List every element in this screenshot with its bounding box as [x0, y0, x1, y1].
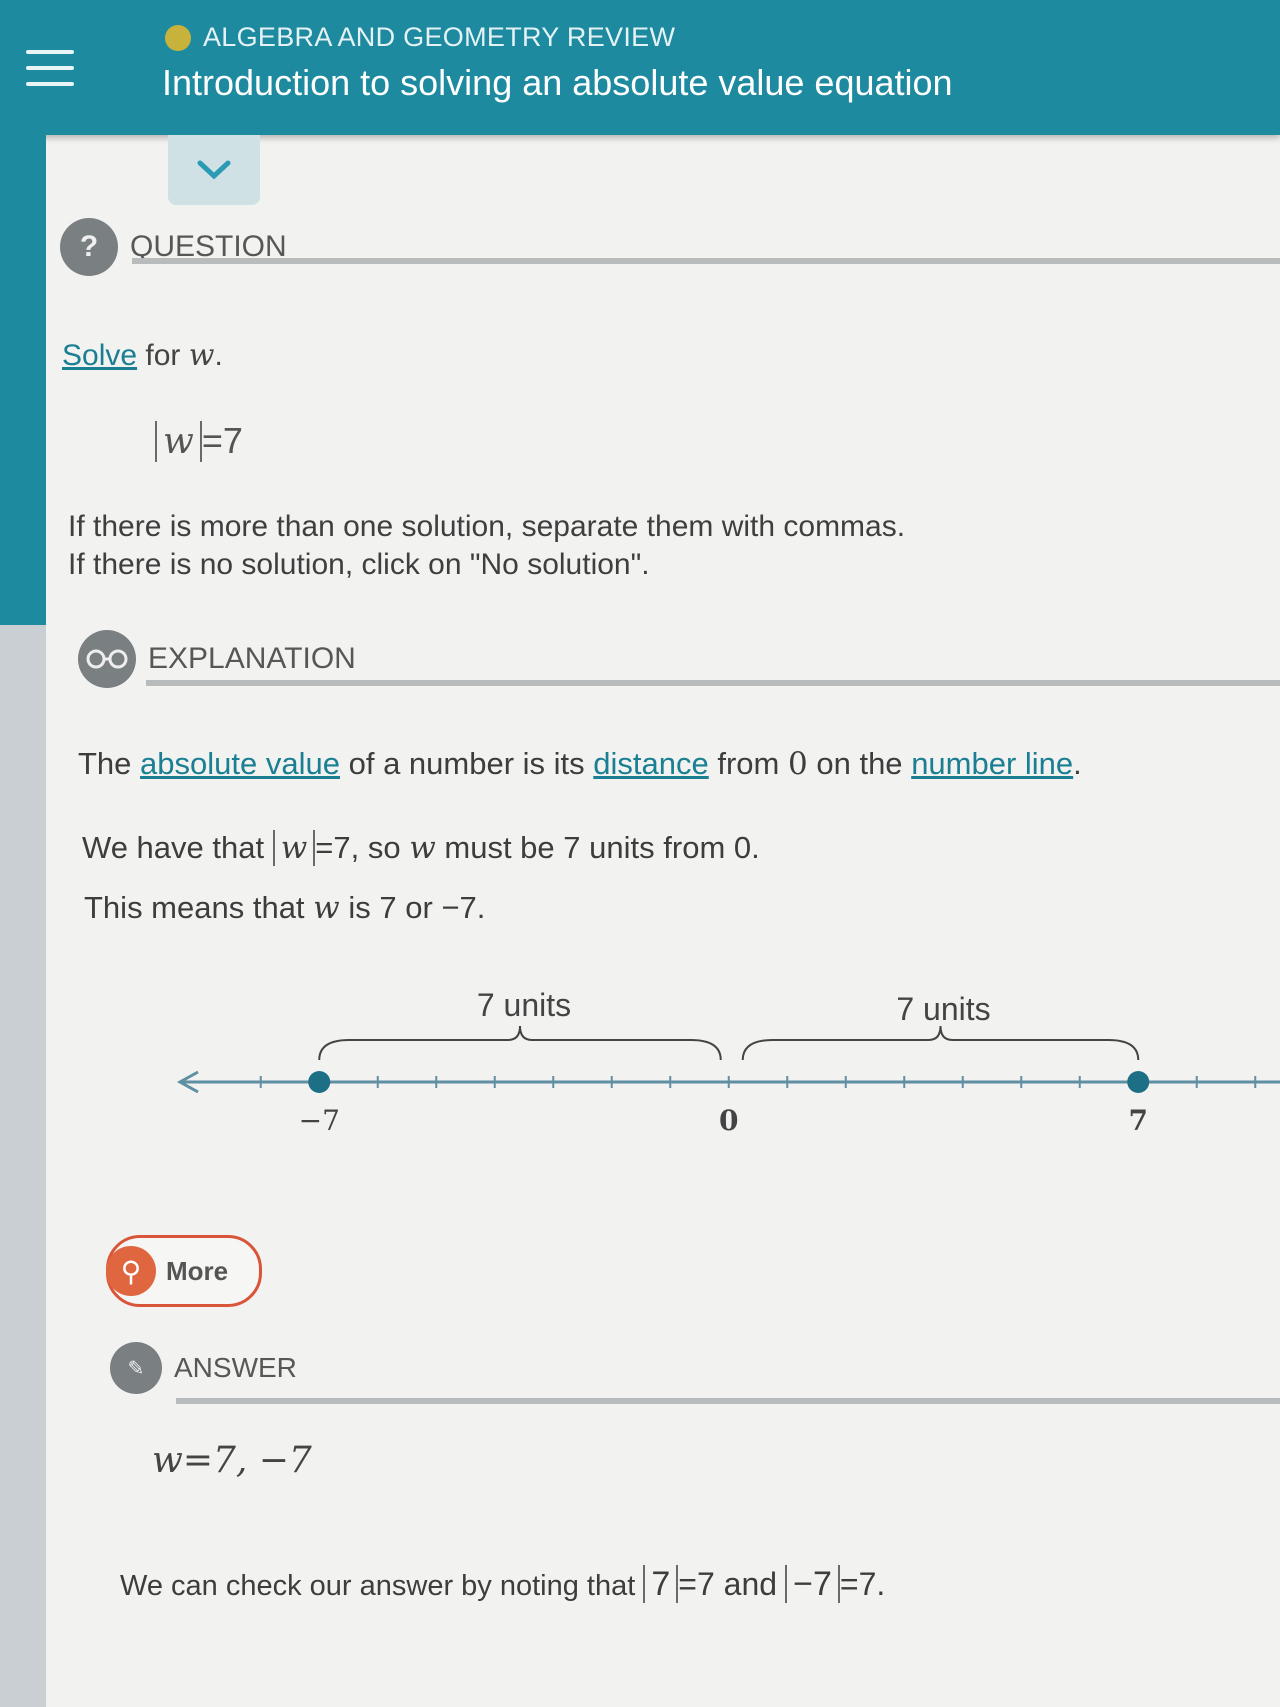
- variable-w: w: [313, 890, 340, 926]
- sidebar-strip: [0, 135, 46, 1707]
- question-icon: ?: [60, 218, 118, 276]
- question-equation: w =7: [155, 420, 243, 462]
- answer-check: We can check our answer by noting that 7…: [120, 1565, 885, 1604]
- abs-neg-seven: −7: [785, 1565, 840, 1603]
- instruction-line-2: If there is no solution, click on "No so…: [68, 548, 650, 581]
- solve-link[interactable]: Solve: [62, 339, 137, 372]
- text: of a number is its: [348, 746, 585, 781]
- prompt-text: for: [145, 339, 181, 372]
- text: =7, so: [315, 830, 401, 865]
- text: The: [78, 746, 132, 781]
- instruction-line-1: If there is more than one solution, sepa…: [68, 510, 906, 543]
- text: is: [348, 890, 371, 925]
- text: .: [751, 830, 760, 865]
- equation-rhs: =7: [201, 420, 243, 461]
- text: .: [476, 890, 486, 925]
- text: must be: [444, 830, 555, 865]
- absolute-value-link[interactable]: absolute value: [140, 746, 340, 781]
- text: on the: [816, 746, 903, 781]
- left-brace-label: 7 units: [477, 990, 571, 1023]
- menu-icon[interactable]: [26, 50, 74, 92]
- distance-link[interactable]: distance: [593, 746, 708, 781]
- prompt-period: .: [214, 339, 223, 372]
- seven-value: 7: [379, 890, 397, 925]
- right-brace: [741, 1025, 1140, 1061]
- glasses-icon: [78, 630, 136, 688]
- answer-divider: [176, 1398, 1280, 1404]
- page-title: Introduction to solving an absolute valu…: [162, 62, 953, 103]
- abs-w: w: [272, 830, 316, 866]
- number-line: 7 units 7 units −7 0 7: [176, 990, 1280, 1137]
- more-button[interactable]: ⚲ More: [106, 1235, 262, 1307]
- text: =7 and: [678, 1566, 778, 1602]
- solution-point: [1127, 1071, 1150, 1093]
- seven-value: 7: [563, 830, 581, 865]
- pencil-icon: ✎: [110, 1342, 162, 1394]
- left-brace: [318, 1025, 722, 1061]
- question-prompt: Solve for w.: [62, 338, 223, 373]
- answer-value: w=7, −7: [152, 1440, 312, 1481]
- tick-label-0: 0: [719, 1104, 738, 1137]
- neg-seven-value: −7: [441, 890, 477, 925]
- tick-label-neg7: −7: [299, 1104, 340, 1137]
- number-line-link[interactable]: number line: [911, 746, 1073, 781]
- zero-value: 0: [788, 746, 808, 782]
- top-header: ALGEBRA AND GEOMETRY REVIEW Introduction…: [0, 0, 1280, 135]
- chevron-down-icon: [197, 160, 231, 180]
- topic-label: ALGEBRA AND GEOMETRY REVIEW: [203, 22, 676, 52]
- zero-value: 0: [733, 830, 752, 865]
- more-label: More: [166, 1255, 229, 1286]
- tick-label-7: 7: [1129, 1104, 1148, 1137]
- right-brace-label: 7 units: [896, 991, 990, 1027]
- lightbulb-icon: ⚲: [106, 1246, 156, 1296]
- text: =7.: [839, 1566, 886, 1602]
- variable-w: w: [409, 830, 436, 866]
- abs-seven: 7: [643, 1565, 679, 1603]
- question-header: ? QUESTION: [60, 218, 287, 276]
- explanation-title: EXPLANATION: [148, 642, 356, 675]
- prompt-variable: w: [188, 338, 215, 373]
- explanation-line-3: This means that w is 7 or −7.: [84, 890, 485, 926]
- explanation-line-2: We have that w =7, so w must be 7 units f…: [82, 830, 760, 866]
- text: or: [405, 890, 433, 925]
- question-instructions: If there is more than one solution, sepa…: [68, 508, 905, 584]
- text: This means that: [84, 890, 305, 925]
- topic-row: ALGEBRA AND GEOMETRY REVIEW: [165, 22, 675, 53]
- text: from: [717, 746, 780, 781]
- text: We can check our answer by noting that: [120, 1570, 636, 1602]
- text: units from: [589, 830, 726, 865]
- question-divider: [132, 258, 1280, 264]
- topic-status-dot: [165, 24, 191, 51]
- explanation-line-1: The absolute value of a number is its di…: [78, 746, 1082, 782]
- explanation-divider: [146, 680, 1280, 686]
- text: .: [1073, 746, 1082, 781]
- answer-title: ANSWER: [174, 1352, 297, 1383]
- solution-point: [308, 1071, 331, 1093]
- text: We have that: [82, 830, 265, 865]
- collapse-toggle-button[interactable]: [168, 135, 260, 205]
- abs-w: w: [155, 421, 202, 462]
- answer-header: ✎ ANSWER: [110, 1342, 297, 1394]
